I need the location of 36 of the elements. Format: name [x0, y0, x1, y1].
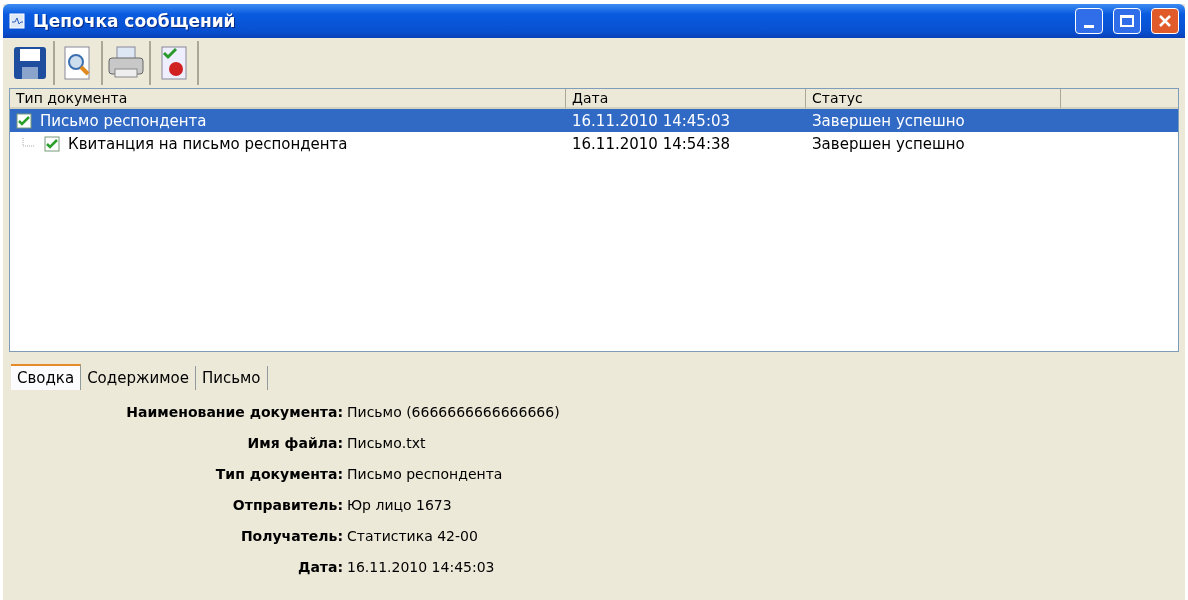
- close-button[interactable]: [1151, 8, 1179, 34]
- field-label: Наименование документа:: [125, 404, 344, 420]
- tab[interactable]: Содержимое: [81, 366, 196, 390]
- maximize-button[interactable]: [1113, 8, 1141, 34]
- field-label: Тип документа:: [214, 466, 344, 482]
- window-title: Цепочка сообщений: [33, 11, 237, 31]
- field-label: Отправитель:: [231, 497, 344, 513]
- document-type: Квитанция на письмо респондента: [68, 134, 348, 153]
- field-label: Дата:: [296, 559, 344, 575]
- field-value: Письмо.txt: [347, 435, 427, 451]
- tree-row[interactable]: Письмо респондента 16.11.2010 14:45:03 Завершен успешно: [10, 109, 1178, 132]
- field-label: Получатель:: [239, 528, 344, 544]
- maximize-icon: [1119, 14, 1135, 28]
- close-icon: [1157, 13, 1173, 29]
- minimize-icon: [1084, 24, 1094, 28]
- status-cell: Завершен успешно: [812, 134, 965, 153]
- column-header[interactable]: Статус: [806, 89, 1061, 109]
- tab[interactable]: Сводка: [11, 364, 82, 390]
- printer-icon: [107, 45, 145, 81]
- tree-connector-icon: [22, 137, 34, 150]
- tree-row[interactable]: Квитанция на письмо респондента 16.11.2010 14:54:38 Завершен успешно: [10, 132, 1178, 155]
- field-value: 16.11.2010 14:45:03: [347, 559, 496, 575]
- status-cell: Завершен успешно: [812, 111, 965, 130]
- field-value: Статистика 42-00: [347, 528, 479, 544]
- document-type: Письмо респондента: [40, 111, 207, 130]
- field-label: Имя файла:: [246, 435, 344, 451]
- column-header[interactable]: Дата: [566, 89, 806, 109]
- column-header[interactable]: Тип документа: [10, 89, 566, 109]
- field-value: Письмо (6666666666666666): [347, 404, 561, 420]
- tab[interactable]: Письмо: [195, 366, 268, 390]
- field-value: Юр лицо 1673: [347, 497, 453, 513]
- minimize-button[interactable]: [1075, 8, 1103, 34]
- field-value: Письмо респондента: [347, 466, 504, 482]
- date-cell: 16.11.2010 14:45:03: [572, 111, 731, 130]
- window-icon: [9, 13, 25, 29]
- date-cell: 16.11.2010 14:54:38: [572, 134, 731, 153]
